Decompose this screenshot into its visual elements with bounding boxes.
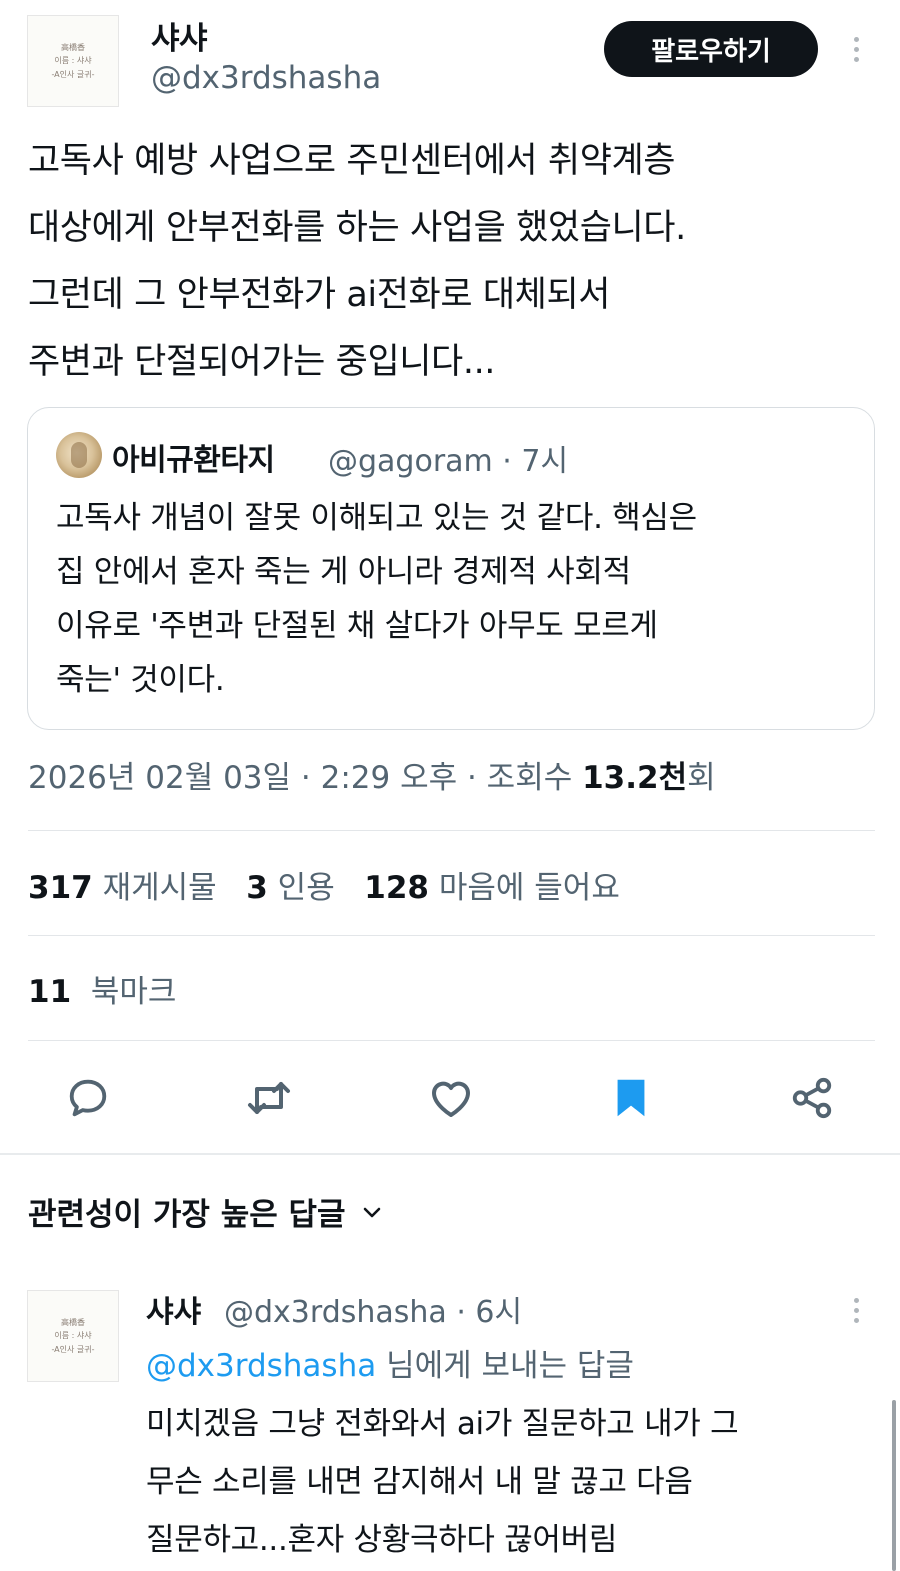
quotes-stat[interactable]: 3 인용 (246, 870, 334, 906)
timestamp-text: 2026년 02월 03일 · 2:29 오후 · 조회수 (28, 760, 583, 796)
reply-text: 미치겠음 그냥 전화와서 ai가 질문하고 내가 그 무슨 소리를 내면 감지해… (146, 1395, 739, 1569)
repost-arrows-icon (248, 1082, 290, 1114)
bookmark-filled-icon (617, 1079, 645, 1117)
more-options-icon[interactable] (844, 29, 868, 69)
quoted-text-line: 이유로 '주변과 단절된 채 살다가 아무도 모르게 (56, 608, 658, 644)
quoted-author-name: 아비규환타지 (112, 443, 275, 478)
reply-author-avatar[interactable]: 高橋香 이름 : 샤샤 -A인사 글귀- (27, 1290, 119, 1382)
avatar-text-line: 이름 : 샤샤 (54, 1331, 92, 1341)
tweet-timestamp: 2026년 02월 03일 · 2:29 오후 · 조회수 13.2천회 (28, 752, 716, 797)
avatar-text-line: -A인사 글귀- (51, 69, 95, 79)
scrollbar[interactable] (892, 1400, 896, 1571)
author-handle[interactable]: @dx3rdshasha (151, 60, 381, 96)
divider (28, 935, 875, 936)
reply-text-line: 무슨 소리를 내면 감지해서 내 말 끊고 다음 (146, 1464, 693, 1500)
replying-to-suffix: 님에게 보내는 답글 (376, 1348, 634, 1384)
avatar-text-line: 이름 : 샤샤 (54, 56, 92, 66)
speech-bubble-icon (69, 1079, 107, 1117)
divider (28, 830, 875, 831)
quoted-text-line: 죽는' 것이다. (56, 662, 225, 698)
bookmark-button[interactable] (607, 1074, 655, 1122)
tweet-text: 고독사 예방 사업으로 주민센터에서 취약계층 대상에게 안부전화를 하는 사업… (28, 128, 878, 396)
author-avatar[interactable]: 高橋香 이름 : 샤샤 -A인사 글귀- (27, 15, 119, 107)
avatar-text-line: -A인사 글귀- (51, 1344, 95, 1354)
section-separator (0, 1153, 900, 1155)
tweet-text-line: 주변과 단절되어가는 중입니다... (28, 342, 496, 382)
author-name[interactable]: 샤샤 (151, 13, 208, 58)
reply-handle-time[interactable]: @dx3rdshasha · 6시 (224, 1287, 522, 1331)
follow-button[interactable]: 팔로우하기 (604, 21, 818, 77)
avatar-text-line: 高橋香 (61, 42, 85, 52)
quoted-handle-time: @gagoram · 7시 (328, 444, 569, 479)
reply-text-line: 질문하고...혼자 상황극하다 끊어버림 (146, 1522, 618, 1558)
sort-label: 관련성이 가장 높은 답글 (28, 1197, 346, 1233)
reply-more-options-icon[interactable] (844, 1290, 868, 1330)
views-count[interactable]: 13.2천 (582, 760, 687, 796)
quoted-tweet-card[interactable]: 아비규환타지 @gagoram · 7시 고독사 개념이 잘못 이해되고 있는 … (27, 407, 875, 730)
divider (28, 1040, 875, 1041)
share-nodes-icon (792, 1077, 832, 1119)
replies-sort-dropdown[interactable]: 관련성이 가장 높은 답글 (28, 1189, 384, 1234)
views-suffix: 회 (687, 760, 716, 796)
tweet-text-line: 그런데 그 안부전화가 ai전화로 대체되서 (28, 275, 611, 315)
reply-author-name[interactable]: 샤샤 (146, 1287, 201, 1331)
tweet-text-line: 고독사 예방 사업으로 주민센터에서 취약계층 (28, 141, 676, 181)
engagement-stats: 317 재게시물 3 인용 128 마음에 들어요 (28, 862, 620, 907)
replying-to: @dx3rdshasha 님에게 보내는 답글 (146, 1340, 634, 1385)
repost-button[interactable] (245, 1074, 293, 1122)
quoted-text-line: 집 안에서 혼자 죽는 게 아니라 경제적 사회적 (56, 554, 631, 590)
like-button[interactable] (427, 1074, 475, 1122)
quoted-author-avatar (56, 432, 102, 478)
replying-to-mention[interactable]: @dx3rdshasha (146, 1348, 376, 1384)
reply-text-line: 미치겠음 그냥 전화와서 ai가 질문하고 내가 그 (146, 1406, 739, 1442)
tweet-text-line: 대상에게 안부전화를 하는 사업을 했었습니다. (28, 208, 686, 248)
share-button[interactable] (788, 1074, 836, 1122)
heart-icon (431, 1081, 471, 1117)
chevron-down-icon (363, 1207, 380, 1217)
likes-stat[interactable]: 128 마음에 들어요 (364, 870, 620, 906)
reposts-stat[interactable]: 317 재게시물 (28, 870, 217, 906)
bookmarks-stat[interactable]: 11 북마크 (28, 966, 176, 1011)
quoted-tweet-text: 고독사 개념이 잘못 이해되고 있는 것 같다. 핵심은 집 안에서 혼자 죽는… (56, 491, 697, 707)
reply-button[interactable] (64, 1074, 112, 1122)
quoted-text-line: 고독사 개념이 잘못 이해되고 있는 것 같다. 핵심은 (56, 500, 697, 536)
avatar-text-line: 高橋香 (61, 1317, 85, 1327)
